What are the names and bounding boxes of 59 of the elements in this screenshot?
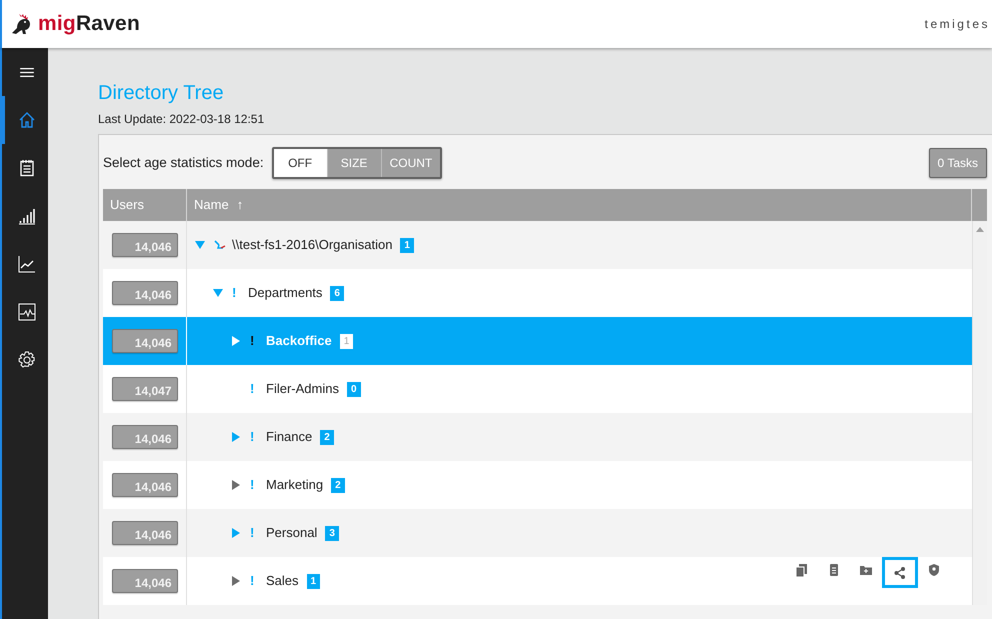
warning-mark: ! [250,380,256,398]
document-icon [827,563,841,577]
collapse-icon[interactable] [213,288,223,298]
child-count-badge: 2 [331,478,345,492]
tree-row[interactable]: 14,046 ! Departments 6 [103,269,972,317]
user-count: 14,046 [112,233,178,257]
folder-name[interactable]: Personal [266,523,318,543]
warning-mark: ! [250,572,256,590]
bar-chart-icon [18,207,36,225]
expand-icon[interactable] [231,336,241,346]
home-icon [18,111,36,129]
mode-button[interactable]: OFF [274,149,327,177]
user-count: 14,046 [112,329,178,353]
tree-row[interactable]: 14,046 ! Backoffice 1 [103,317,972,365]
mode-label: Select age statistics mode: [103,154,264,172]
copy-icon [795,563,809,577]
expand-icon[interactable] [231,576,241,586]
tree-row[interactable]: 14,046 ! Sales 1 [103,557,972,605]
user-count: 14,046 [112,425,178,449]
user-count: 14,046 [112,521,178,545]
shield-icon [927,563,941,577]
user-count: 14,046 [112,281,178,305]
folder-add-icon [859,563,873,577]
tree-row[interactable]: 14,046 ! Marketing 2 [103,461,972,509]
menu-icon[interactable] [20,68,34,76]
child-count-badge: 0 [346,382,361,396]
warning-mark: ! [232,284,238,302]
folder-name[interactable]: \\test-fs1-2016\Organisation [232,235,392,255]
expand-icon[interactable] [231,480,241,490]
clipboard-icon [18,159,36,177]
tree-row[interactable]: 14,047 ! Filer-Admins 0 [103,365,972,413]
user-count: 14,047 [112,377,178,401]
app-logo-text: migRaven [38,11,140,38]
folder-name[interactable]: Departments [248,283,322,303]
folder-name[interactable]: Marketing [266,475,324,495]
activity-chart-icon [18,303,36,321]
share-arrow-icon [214,239,226,251]
child-count-badge: 1 [400,238,414,252]
page-title: Directory Tree [98,81,225,106]
folder-name[interactable]: Finance [266,427,312,447]
warning-mark: ! [250,332,256,350]
user-count: 14,046 [112,569,178,593]
child-count-badge: 1 [340,334,354,348]
share-button[interactable] [882,557,918,588]
child-count-badge: 3 [325,526,339,540]
child-count-badge: 2 [320,430,334,444]
warning-mark: ! [250,476,256,494]
user-name: temigtes [924,16,990,33]
line-chart-icon [18,255,36,273]
folder-name[interactable]: Filer-Admins [266,379,339,399]
last-update-text: Last Update: 2022-03-18 12:51 [98,111,266,128]
warning-mark: ! [250,428,256,446]
folder-name[interactable]: Sales [266,571,299,591]
child-count-badge: 6 [330,286,344,300]
share-icon [893,566,907,580]
user-count: 14,046 [112,473,178,497]
child-count-badge: 1 [306,574,320,588]
warning-mark: ! [250,524,256,542]
settings-icon [18,351,36,369]
